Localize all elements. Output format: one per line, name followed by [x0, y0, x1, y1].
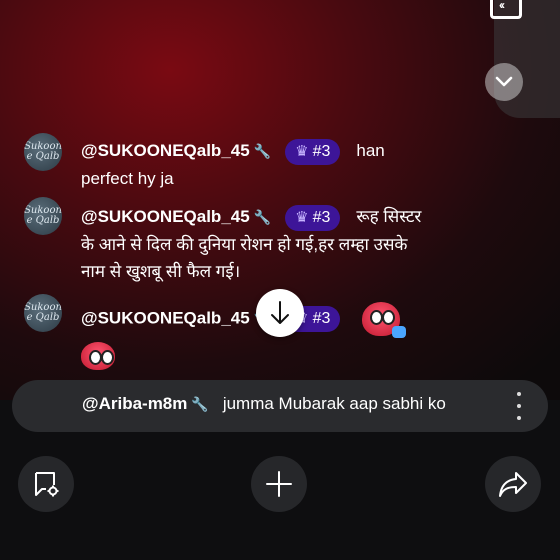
username[interactable]: @SUKOONEQalb_45: [81, 308, 250, 327]
avatar-text: e Qalb: [26, 312, 60, 323]
wrench-icon: 🔧: [191, 396, 209, 412]
heart-eyes-sticker-icon: [362, 302, 407, 338]
pinned-message[interactable]: @Ariba-m8m 🔧 jumma Mubarak aap sabhi ko: [12, 380, 548, 432]
wrench-icon: 🔧: [253, 143, 272, 159]
jump-to-latest-button[interactable]: [256, 289, 304, 337]
message-content: @SUKOONEQalb_45 🔧 ♛ #3 रूह सिस्टर के आने से …: [81, 203, 461, 285]
avatar[interactable]: Sukoon e Qalb: [24, 197, 62, 235]
message-content: @SUKOONEQalb_45 🔧 ♛ #3 han perfect hy ja: [81, 137, 461, 192]
pinned-text: jumma Mubarak aap sabhi ko: [222, 394, 446, 413]
avatar[interactable]: Sukoon e Qalb: [24, 133, 62, 171]
message-text: रूह सिस्टर: [356, 207, 422, 226]
heart-eyes-sticker-icon: [81, 342, 115, 370]
avatar-text: e Qalb: [26, 151, 60, 162]
share-icon: [499, 472, 527, 497]
chevron-down-icon: [495, 76, 513, 87]
member-badge[interactable]: ♛#3: [285, 204, 341, 231]
chat-settings-icon: [35, 472, 59, 497]
username[interactable]: @SUKOONEQalb_45: [81, 207, 250, 226]
scroll-collapse-button[interactable]: [485, 63, 523, 101]
share-button[interactable]: [485, 456, 541, 512]
crown-icon: ♛: [295, 142, 309, 160]
message-text: perfect hy ja: [81, 169, 174, 188]
crown-icon: ♛: [295, 208, 309, 226]
more-options-icon[interactable]: [516, 392, 522, 420]
username[interactable]: @Ariba-m8m: [82, 394, 187, 413]
wrench-icon: 🔧: [253, 209, 272, 225]
message-text: han: [356, 141, 385, 160]
badge-rank: #3: [312, 142, 331, 160]
pinned-content: @Ariba-m8m 🔧 jumma Mubarak aap sabhi ko: [82, 394, 446, 414]
message-text: के आने से दिल की दुनिया रोशन हो गई,हर लम…: [81, 235, 408, 254]
add-button[interactable]: [251, 456, 307, 512]
badge-rank: #3: [312, 208, 331, 226]
badge-rank: #3: [312, 310, 331, 327]
avatar-text: e Qalb: [26, 215, 60, 226]
plus-icon: [266, 471, 292, 497]
username[interactable]: @SUKOONEQalb_45: [81, 141, 250, 160]
quote-box-icon[interactable]: ‹‹: [490, 0, 522, 19]
chat-settings-button[interactable]: [18, 456, 74, 512]
message-text: नाम से खुशबू सी फैल गई।: [81, 262, 241, 281]
avatar[interactable]: Sukoon e Qalb: [24, 294, 62, 332]
member-badge[interactable]: ♛#3: [285, 138, 341, 165]
arrow-down-icon: [271, 301, 289, 324]
